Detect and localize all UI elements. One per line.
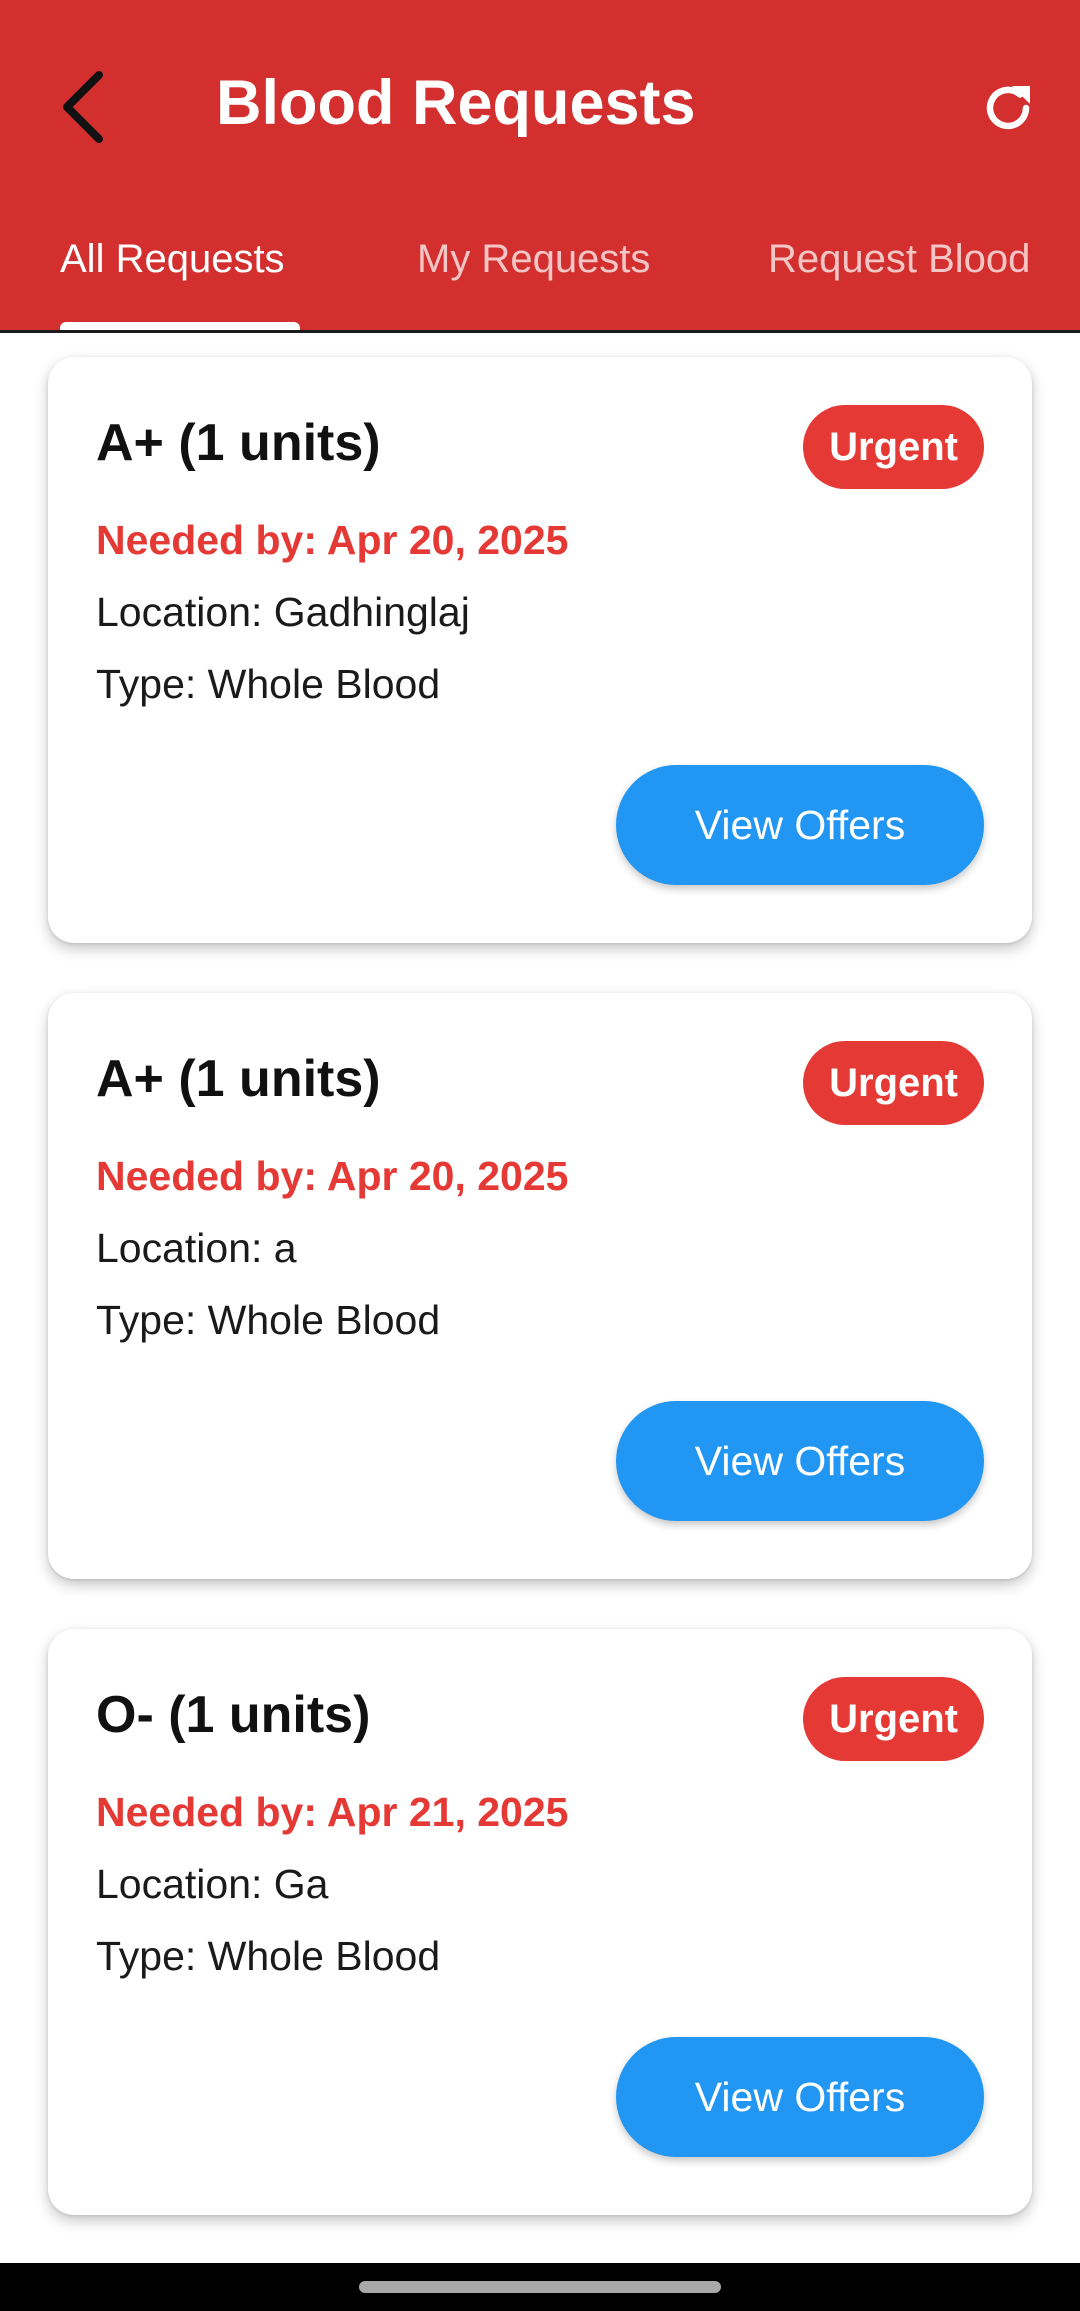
urgent-badge: Urgent bbox=[803, 405, 984, 489]
request-type: Type: Whole Blood bbox=[96, 661, 441, 707]
needed-by-date: Needed by: Apr 21, 2025 bbox=[96, 1789, 569, 1835]
page-title: Blood Requests bbox=[216, 68, 696, 138]
needed-by-date: Needed by: Apr 20, 2025 bbox=[96, 1153, 569, 1199]
tab-bar: All Requests My Requests Request Blood bbox=[0, 205, 1080, 332]
request-location: Location: a bbox=[96, 1225, 297, 1271]
request-card: A+ (1 units) Urgent Needed by: Apr 20, 2… bbox=[48, 357, 1032, 943]
request-type: Type: Whole Blood bbox=[96, 1297, 441, 1343]
request-list[interactable]: A+ (1 units) Urgent Needed by: Apr 20, 2… bbox=[0, 333, 1080, 2263]
urgent-badge: Urgent bbox=[803, 1677, 984, 1761]
request-title: A+ (1 units) bbox=[96, 414, 381, 472]
refresh-button[interactable] bbox=[960, 60, 1056, 156]
request-location: Location: Gadhinglaj bbox=[96, 589, 470, 635]
request-title: A+ (1 units) bbox=[96, 1050, 381, 1108]
tab-all-requests[interactable]: All Requests bbox=[60, 205, 285, 332]
app-bar: Blood Requests All Requests My Requests … bbox=[0, 0, 1080, 332]
request-title: O- (1 units) bbox=[96, 1686, 371, 1744]
urgent-badge: Urgent bbox=[803, 1041, 984, 1125]
view-offers-button[interactable]: View Offers bbox=[616, 765, 984, 885]
view-offers-button[interactable]: View Offers bbox=[616, 1401, 984, 1521]
view-offers-button[interactable]: View Offers bbox=[616, 2037, 984, 2157]
tab-my-requests[interactable]: My Requests bbox=[417, 205, 650, 332]
home-gesture-handle[interactable] bbox=[359, 2281, 721, 2293]
tab-request-blood[interactable]: Request Blood bbox=[768, 205, 1030, 332]
back-button[interactable] bbox=[40, 52, 130, 162]
arrow-back-icon bbox=[63, 71, 103, 143]
request-card: O- (1 units) Urgent Needed by: Apr 21, 2… bbox=[48, 1629, 1032, 2215]
request-location: Location: Ga bbox=[96, 1861, 329, 1907]
request-type: Type: Whole Blood bbox=[96, 1933, 441, 1979]
needed-by-date: Needed by: Apr 20, 2025 bbox=[96, 517, 569, 563]
refresh-icon bbox=[986, 86, 1030, 130]
system-navigation-bar bbox=[0, 2263, 1080, 2311]
request-card: A+ (1 units) Urgent Needed by: Apr 20, 2… bbox=[48, 993, 1032, 1579]
